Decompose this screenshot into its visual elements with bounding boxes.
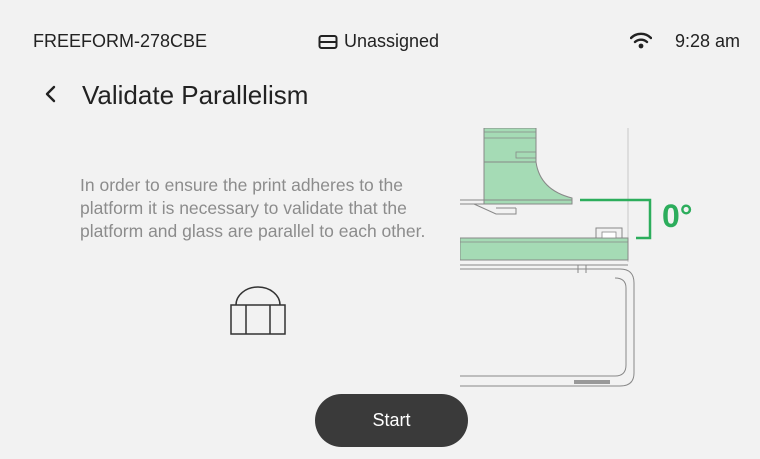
print-part-icon: [228, 286, 288, 343]
instruction-text: In order to ensure the print adheres to …: [80, 175, 426, 241]
status-bar: FREEFORM-278CBE Unassigned 9:28 am: [0, 0, 760, 80]
back-button[interactable]: [36, 80, 66, 112]
angle-value: 0°: [662, 198, 693, 234]
assignment-label: Unassigned: [344, 31, 440, 51]
device-name: FREEFORM-278CBE: [33, 31, 208, 51]
chevron-left-icon: [44, 84, 58, 109]
assignment-status: Unassigned: [318, 31, 439, 52]
platform-illustration: [459, 127, 760, 398]
wifi-icon: [629, 31, 653, 56]
page-title: Validate Parallelism: [82, 80, 309, 110]
start-button[interactable]: Start: [315, 394, 468, 447]
printer-tray-icon: [318, 34, 338, 50]
clock: 9:28 am: [675, 31, 741, 51]
